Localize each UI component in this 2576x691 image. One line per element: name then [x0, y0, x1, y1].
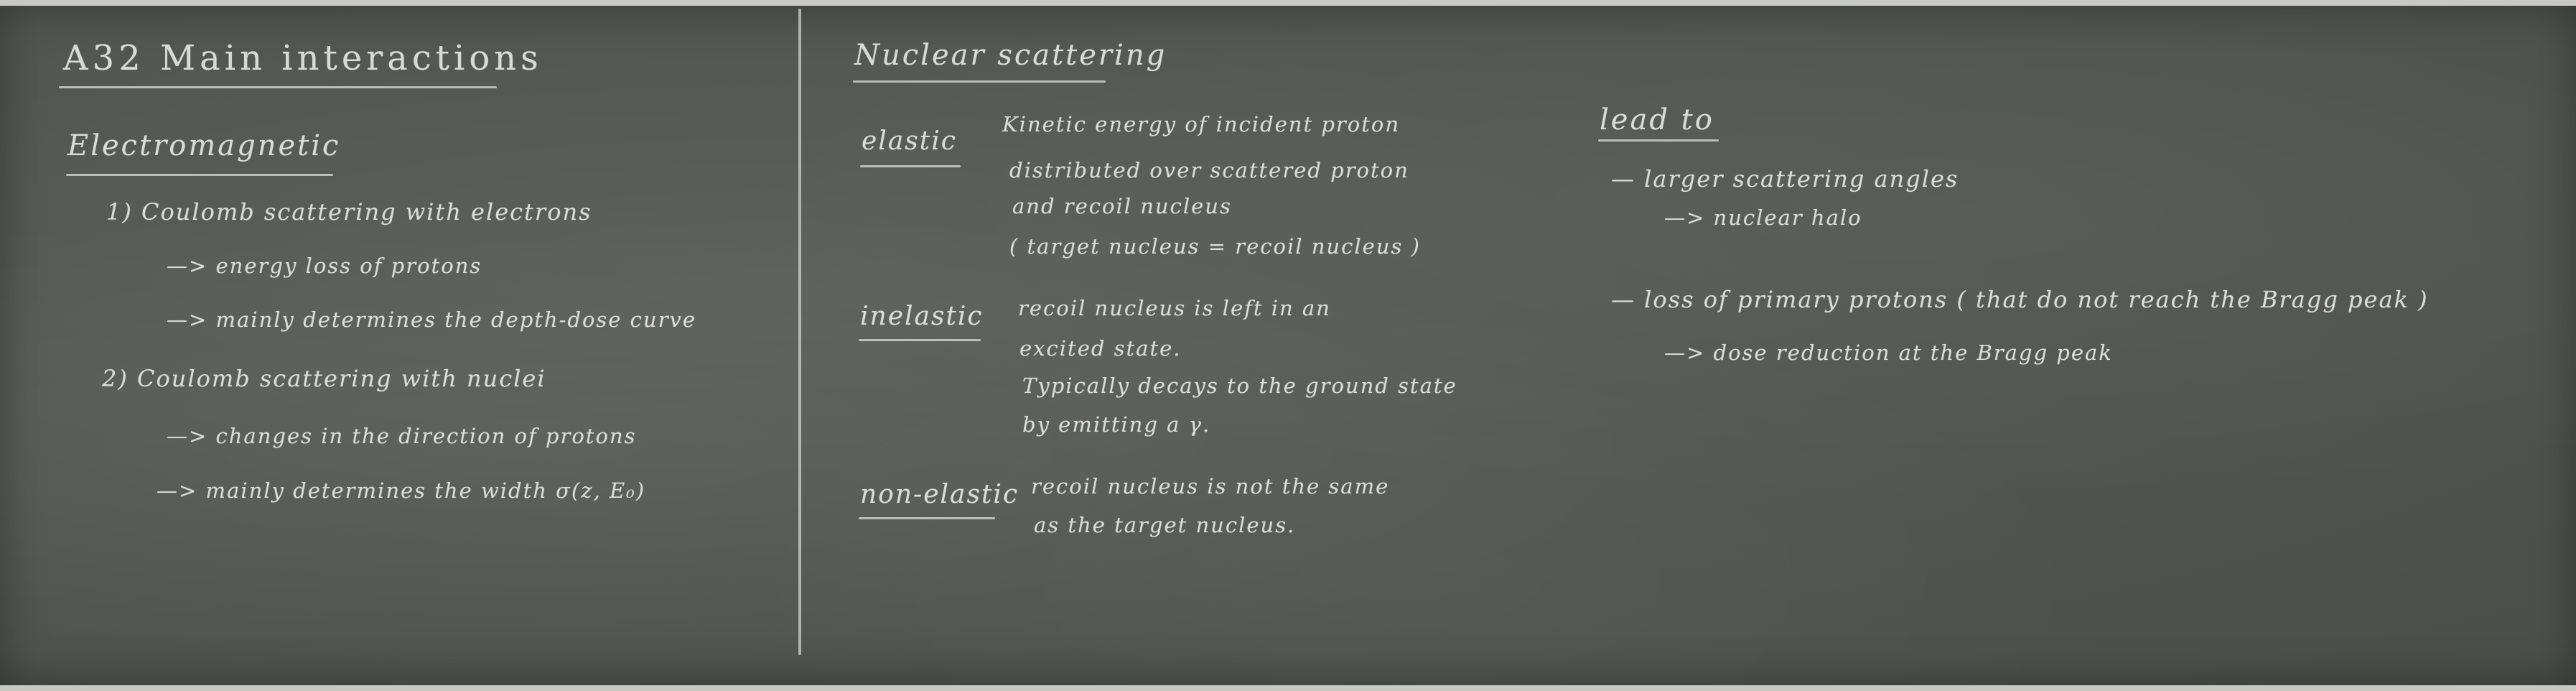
term-non-elastic: non-elastic: [860, 480, 1019, 509]
em-line-6: —> mainly determines the width σ(z, E₀): [157, 478, 646, 503]
board-title: A32 Main interactions: [63, 38, 543, 78]
nonelastic-line-1: recoil nucleus is not the same: [1031, 474, 1390, 498]
section-electromagnetic: Electromagnetic: [67, 129, 341, 162]
inelastic-underline: [859, 339, 981, 341]
right-line-3: — loss of primary protons ( that do not …: [1611, 286, 2429, 313]
term-elastic: elastic: [862, 126, 957, 156]
inelastic-line-1: recoil nucleus is left in an: [1018, 296, 1331, 320]
em-line-3: —> mainly determines the depth-dose curv…: [167, 307, 696, 332]
chalkboard: A32 Main interactions Electromagnetic 1)…: [0, 6, 2576, 685]
em-line-4: 2) Coulomb scattering with nuclei: [102, 365, 546, 392]
elastic-line-4: ( target nucleus = recoil nucleus ): [1009, 234, 1421, 259]
heading-lead-to: lead to: [1600, 103, 1714, 136]
inelastic-line-4: by emitting a γ.: [1022, 412, 1211, 437]
heading-nuclear-scattering: Nuclear scattering: [854, 39, 1167, 72]
nonelastic-line-2: as the target nucleus.: [1034, 513, 1296, 537]
right-line-2: —> nuclear halo: [1664, 205, 1862, 230]
em-line-2: —> energy loss of protons: [167, 254, 482, 278]
lead-to-underline: [1598, 139, 1719, 142]
elastic-line-2: distributed over scattered proton: [1009, 158, 1409, 182]
elastic-underline: [860, 165, 961, 167]
inelastic-line-2: excited state.: [1019, 336, 1182, 361]
elastic-line-1: Kinetic energy of incident proton: [1002, 112, 1401, 136]
term-inelastic: inelastic: [860, 302, 984, 331]
elastic-line-3: and recoil nucleus: [1012, 194, 1232, 218]
em-line-1: 1) Coulomb scattering with electrons: [106, 198, 592, 226]
right-line-1: — larger scattering angles: [1611, 165, 1959, 193]
title-underline: [59, 86, 497, 88]
nuclear-heading-underline: [853, 80, 1106, 83]
column-divider: [798, 9, 801, 655]
em-line-5: —> changes in the direction of protons: [167, 424, 637, 448]
section-underline: [66, 174, 333, 176]
inelastic-line-3: Typically decays to the ground state: [1022, 374, 1457, 398]
non-elastic-underline: [859, 517, 995, 519]
right-line-4: —> dose reduction at the Bragg peak: [1664, 340, 2113, 365]
